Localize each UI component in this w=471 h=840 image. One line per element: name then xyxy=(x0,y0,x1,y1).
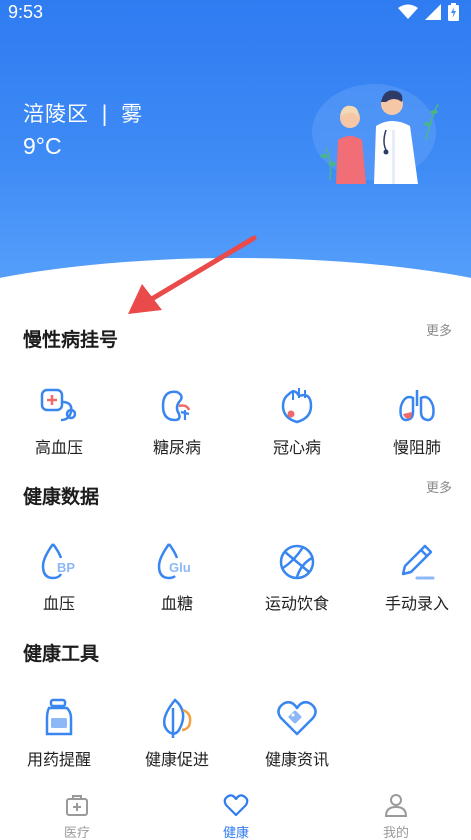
status-bar: 9:53 xyxy=(0,0,471,26)
grid-item-label: 手动录入 xyxy=(384,594,449,613)
grid-item-label: 冠心病 xyxy=(272,438,321,457)
section-title-health-tools: 健康工具 xyxy=(23,639,100,673)
heart-tag-icon xyxy=(277,700,317,736)
tab-health-label: 健康 xyxy=(222,826,249,840)
medical-kit-icon xyxy=(66,795,88,816)
grid-item-diabetes[interactable]: 糖尿病 xyxy=(118,384,236,458)
grid-item-label: 用药提醒 xyxy=(26,750,91,769)
weather-location: 涪陵区 | 雾 xyxy=(23,98,143,128)
grid-item-medication-reminder[interactable]: 用药提醒 xyxy=(0,696,118,770)
glu-badge: Glu xyxy=(169,560,191,575)
title-underline xyxy=(23,509,71,516)
weather-condition: 雾 xyxy=(121,102,144,126)
medicine-bottle-icon xyxy=(45,698,73,736)
ball-icon xyxy=(279,544,315,580)
status-icons xyxy=(398,3,459,21)
section-title-text: 健康数据 xyxy=(23,486,100,508)
grid-item-manual-entry[interactable]: 手动录入 xyxy=(358,540,471,614)
tab-medical[interactable]: 医疗 xyxy=(37,792,117,840)
kidney-icon xyxy=(161,390,191,422)
doctor-patient-illustration xyxy=(312,84,439,184)
grid-item-blood-pressure[interactable]: BP 血压 xyxy=(0,540,118,614)
section-title-text: 慢性病挂号 xyxy=(23,329,119,351)
glucose-drop-icon: Glu xyxy=(157,543,191,580)
tab-medical-label: 医疗 xyxy=(63,826,90,840)
wifi-icon xyxy=(398,4,418,19)
more-link-health-data[interactable]: 更多 xyxy=(426,477,452,496)
bp-badge: BP xyxy=(57,560,75,575)
tab-mine[interactable]: 我的 xyxy=(356,792,436,840)
battery-icon xyxy=(448,3,459,21)
signal-icon xyxy=(425,4,441,20)
grid-item-exercise-diet[interactable]: 运动饮食 xyxy=(238,540,356,614)
tab-mine-label: 我的 xyxy=(382,826,409,840)
section-title-text: 健康工具 xyxy=(23,643,100,665)
grid-item-label: 运动饮食 xyxy=(264,594,329,613)
person-icon xyxy=(384,794,408,817)
grid-item-label: 糖尿病 xyxy=(152,438,201,457)
leaf-icon xyxy=(162,698,192,738)
grid-item-label: 高血压 xyxy=(34,438,83,457)
heart-outline-icon xyxy=(223,794,249,817)
lungs-icon xyxy=(399,390,435,422)
grid-item-health-promotion[interactable]: 健康促进 xyxy=(118,696,236,770)
grid-item-label: 血糖 xyxy=(160,594,193,613)
title-underline xyxy=(23,666,71,673)
status-time: 9:53 xyxy=(8,2,44,22)
grid-item-label: 健康资讯 xyxy=(264,750,329,769)
blood-pressure-monitor-icon xyxy=(40,388,77,422)
title-underline xyxy=(23,352,71,359)
grid-item-label: 血压 xyxy=(42,594,75,613)
weather-temperature: 9°C xyxy=(23,133,62,159)
annotation-arrow xyxy=(128,235,257,314)
weather-district: 涪陵区 xyxy=(23,102,89,126)
grid-item-blood-glucose[interactable]: Glu 血糖 xyxy=(118,540,236,614)
bottom-tab-bar: 医疗 健康 我的 xyxy=(0,784,471,840)
heart-icon xyxy=(281,388,313,424)
grid-item-copd[interactable]: 慢阻肺 xyxy=(358,384,471,458)
grid-item-health-news[interactable]: 健康资讯 xyxy=(238,696,356,770)
weather-separator: | xyxy=(101,102,110,126)
more-link-chronic-registration[interactable]: 更多 xyxy=(426,320,452,339)
grid-item-hypertension[interactable]: 高血压 xyxy=(0,384,118,458)
grid-item-coronary[interactable]: 冠心病 xyxy=(238,384,356,458)
grid-item-label: 健康促进 xyxy=(144,750,209,769)
tab-health[interactable]: 健康 xyxy=(196,792,276,840)
bp-drop-icon: BP xyxy=(41,543,75,580)
pencil-icon xyxy=(401,544,435,580)
section-title-chronic-registration: 慢性病挂号 xyxy=(23,325,119,359)
grid-item-label: 慢阻肺 xyxy=(392,438,441,457)
section-title-health-data: 健康数据 xyxy=(23,482,100,516)
